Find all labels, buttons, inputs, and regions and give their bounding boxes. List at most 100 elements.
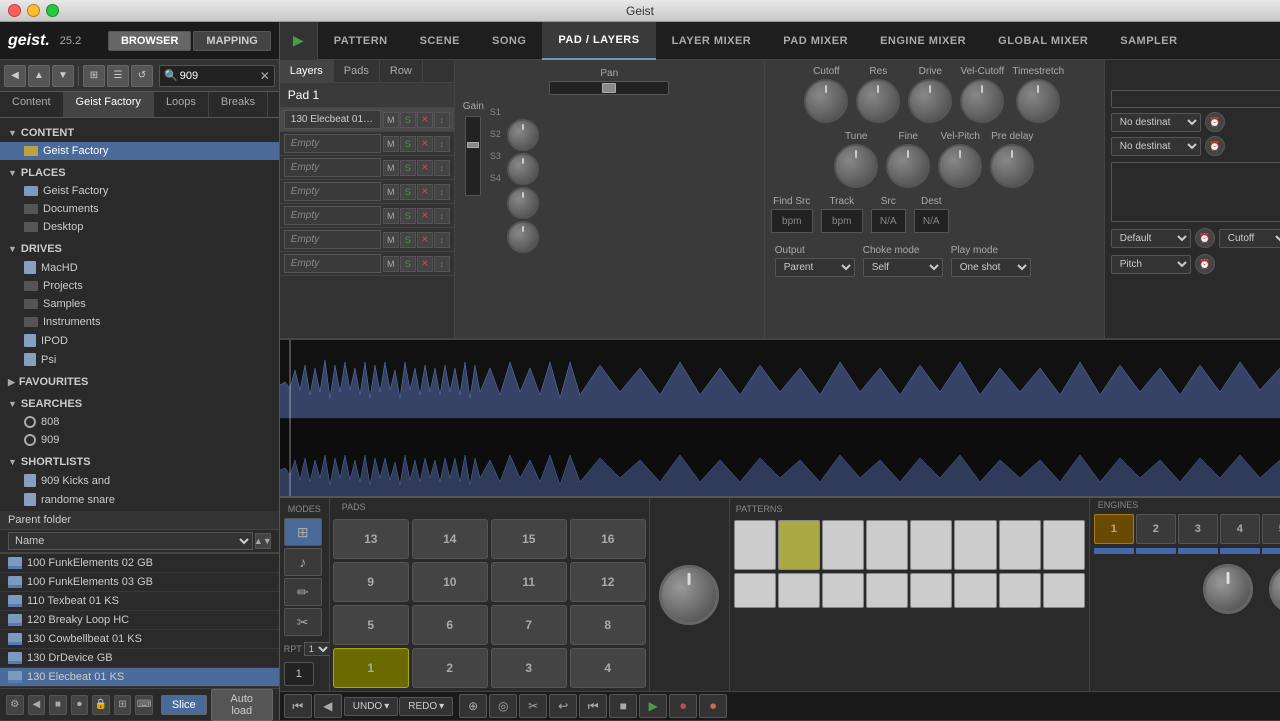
transport-record[interactable]: ⏺ bbox=[669, 694, 697, 718]
layer-g-button[interactable]: ↕ bbox=[434, 256, 450, 272]
transport-icon-3[interactable]: ✂ bbox=[519, 694, 547, 718]
tab-layers[interactable]: Layers bbox=[280, 60, 334, 82]
pan-slider[interactable] bbox=[549, 81, 669, 95]
grid-view-button[interactable]: ⊞ bbox=[83, 65, 105, 87]
pattern-key-2[interactable] bbox=[778, 520, 820, 570]
pad-2[interactable]: 2 bbox=[412, 648, 488, 688]
places-geist-factory[interactable]: Geist Factory bbox=[0, 182, 279, 200]
pad-13[interactable]: 13 bbox=[333, 519, 409, 559]
engine-5[interactable]: 5 bbox=[1262, 514, 1280, 544]
browser-tab-geist-factory[interactable]: Geist Factory bbox=[64, 92, 154, 117]
cutoff-dest-select[interactable]: Default bbox=[1111, 229, 1191, 248]
pad-5[interactable]: 5 bbox=[333, 605, 409, 645]
auto-load-button[interactable]: Auto load bbox=[211, 689, 273, 721]
drive-ipod[interactable]: IPOD bbox=[0, 331, 279, 350]
drive-projects[interactable]: Projects bbox=[0, 277, 279, 295]
refresh-button[interactable]: ↺ bbox=[131, 65, 153, 87]
sort-select[interactable]: Name bbox=[8, 532, 253, 550]
engine-1[interactable]: 1 bbox=[1094, 514, 1134, 544]
pad-3[interactable]: 3 bbox=[491, 648, 567, 688]
s3-knob[interactable] bbox=[507, 187, 539, 219]
layer-name-2[interactable]: Empty bbox=[284, 134, 381, 153]
layer-m-button[interactable]: M bbox=[383, 160, 399, 176]
vel-pitch-knob[interactable] bbox=[938, 144, 982, 188]
search-clear-button[interactable]: ✕ bbox=[260, 69, 270, 83]
transport-icon-4[interactable]: ↩ bbox=[549, 694, 577, 718]
navigate-back-button[interactable]: ◀ bbox=[28, 695, 46, 715]
shortlist-randome-snare[interactable]: randome snare bbox=[0, 490, 279, 509]
nav-down-button[interactable]: ▼ bbox=[52, 65, 74, 87]
tab-row[interactable]: Row bbox=[380, 60, 423, 82]
slice-button[interactable]: Slice bbox=[161, 695, 207, 715]
pad-11[interactable]: 11 bbox=[491, 562, 567, 602]
fine-knob[interactable] bbox=[886, 144, 930, 188]
pad-6[interactable]: 6 bbox=[412, 605, 488, 645]
choke-select[interactable]: Self bbox=[863, 258, 943, 277]
layer-s-button[interactable]: S bbox=[400, 112, 416, 128]
nav-engine-mixer[interactable]: ENGINE MIXER bbox=[864, 22, 982, 60]
stop-button[interactable]: ■ bbox=[49, 695, 67, 715]
tab-pads[interactable]: Pads bbox=[334, 60, 380, 82]
nav-up-button[interactable]: ▲ bbox=[28, 65, 50, 87]
sort-arrows[interactable]: ▲▼ bbox=[255, 533, 271, 549]
shortlists-header[interactable]: ▼ SHORTLISTS bbox=[0, 453, 279, 471]
pan-thumb[interactable] bbox=[602, 83, 616, 93]
transport-icon-2[interactable]: ◎ bbox=[489, 694, 517, 718]
dest-clock-icon[interactable]: ⏰ bbox=[1195, 228, 1215, 248]
gain-slider[interactable] bbox=[465, 116, 481, 196]
transport-icon-1[interactable]: ⊕ bbox=[459, 694, 487, 718]
play-button[interactable]: ▶ bbox=[280, 22, 318, 60]
layer-m-button[interactable]: M bbox=[383, 232, 399, 248]
pad-4[interactable]: 4 bbox=[570, 648, 646, 688]
mapping-tab[interactable]: MAPPING bbox=[193, 31, 270, 51]
engine-3[interactable]: 3 bbox=[1178, 514, 1218, 544]
settings-button[interactable]: ⚙ bbox=[6, 695, 24, 715]
record-button[interactable]: ⏺ bbox=[71, 695, 89, 715]
content-geist-factory[interactable]: Geist Factory bbox=[0, 142, 279, 160]
dest-select-2[interactable]: No destinat bbox=[1111, 137, 1201, 156]
mode-slice-button[interactable]: ✂ bbox=[284, 608, 322, 636]
pattern-key-1[interactable] bbox=[734, 520, 776, 570]
pad-9[interactable]: 9 bbox=[333, 562, 409, 602]
browser-tab-loops[interactable]: Loops bbox=[154, 92, 209, 117]
searches-header[interactable]: ▼ SEARCHES bbox=[0, 395, 279, 413]
nav-pad-mixer[interactable]: PAD MIXER bbox=[767, 22, 864, 60]
nav-layer-mixer[interactable]: LAYER MIXER bbox=[656, 22, 768, 60]
nav-pad-layers[interactable]: PAD / LAYERS bbox=[542, 22, 655, 60]
undo-button[interactable]: UNDO ▾ bbox=[344, 697, 398, 716]
s1-knob[interactable] bbox=[507, 119, 539, 151]
minimize-button[interactable] bbox=[27, 4, 40, 17]
src-field[interactable]: N/A bbox=[871, 209, 906, 233]
layer-m-button[interactable]: M bbox=[383, 136, 399, 152]
search-808[interactable]: 808 bbox=[0, 413, 279, 431]
drive-instruments[interactable]: Instruments bbox=[0, 313, 279, 331]
layer-m-button[interactable]: M bbox=[383, 184, 399, 200]
layer-x-button[interactable]: ✕ bbox=[417, 184, 433, 200]
pad-14[interactable]: 14 bbox=[412, 519, 488, 559]
res-knob[interactable] bbox=[856, 79, 900, 123]
cutoff-knob[interactable] bbox=[804, 79, 848, 123]
layer-name-4[interactable]: Empty bbox=[284, 182, 381, 201]
layer-x-button[interactable]: ✕ bbox=[417, 232, 433, 248]
file-item[interactable]: 110 Texbeat 01 KS bbox=[0, 592, 279, 611]
mode-grid-button[interactable]: ⊞ bbox=[284, 518, 322, 546]
maximize-button[interactable] bbox=[46, 4, 59, 17]
layer-name-6[interactable]: Empty bbox=[284, 230, 381, 249]
list-view-button[interactable]: ☰ bbox=[107, 65, 129, 87]
pad-10[interactable]: 10 bbox=[412, 562, 488, 602]
file-item[interactable]: 100 FunkElements 03 GB bbox=[0, 573, 279, 592]
layer-x-button[interactable]: ✕ bbox=[417, 256, 433, 272]
timestretch-knob[interactable] bbox=[1016, 79, 1060, 123]
pattern-key-6[interactable] bbox=[954, 520, 996, 570]
favourites-header[interactable]: ▶ FAVOURITES bbox=[0, 373, 279, 391]
content-header[interactable]: ▼ CONTENT bbox=[0, 124, 279, 142]
layer-g-button[interactable]: ↕ bbox=[434, 208, 450, 224]
transport-stop[interactable]: ■ bbox=[609, 694, 637, 718]
layer-name-3[interactable]: Empty bbox=[284, 158, 381, 177]
output-select[interactable]: Parent bbox=[775, 258, 855, 277]
pad-1[interactable]: 1 bbox=[333, 648, 409, 688]
file-item[interactable]: 130 DrDevice GB bbox=[0, 649, 279, 668]
volume-knob[interactable] bbox=[659, 565, 719, 625]
places-documents[interactable]: Documents bbox=[0, 200, 279, 218]
transport-icon-5[interactable]: ⏮ bbox=[579, 694, 607, 718]
